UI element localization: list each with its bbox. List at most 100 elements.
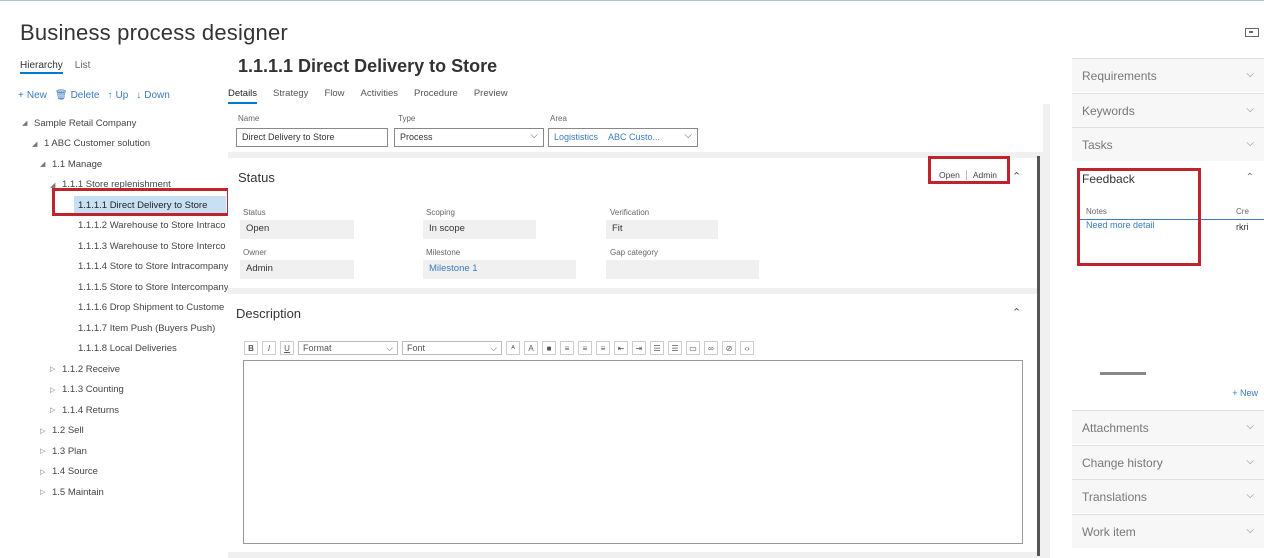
underline-button[interactable]: U (280, 341, 294, 355)
tab-details[interactable]: Details (228, 88, 258, 104)
area-label: Area (550, 114, 567, 123)
format-select[interactable]: Format ⌵ (298, 341, 398, 355)
collapse-description-icon[interactable]: ⌃ (1012, 306, 1021, 319)
image-icon[interactable]: ▭ (686, 341, 700, 355)
tab-preview[interactable]: Preview (474, 88, 508, 104)
created-column-header: Cre (1236, 207, 1249, 216)
section-keywords[interactable]: Keywords ⌵ (1072, 93, 1264, 127)
record-title: 1.1.1.1 Direct Delivery to Store (238, 56, 498, 77)
align-left-icon[interactable]: ≡ (560, 341, 574, 355)
tab-list[interactable]: List (75, 60, 91, 74)
highlight-selected-node (52, 188, 230, 216)
section-change-history[interactable]: Change history ⌵ (1072, 445, 1264, 479)
tree-node[interactable]: ▷ 1.3 Plan (40, 442, 230, 460)
tab-activities[interactable]: Activities (361, 88, 398, 104)
align-right-icon[interactable]: ≡ (596, 341, 610, 355)
tree-node-label: 1.4 Source (52, 466, 98, 477)
verification-label: Verification (610, 208, 650, 217)
record-fields: Name Direct Delivery to Store Type Proce… (228, 104, 1043, 152)
chevron-down-icon: ⌵ (490, 342, 497, 353)
font-color-button[interactable]: ■ (542, 341, 556, 355)
delete-button[interactable]: 🗑 Delete (55, 90, 100, 101)
tree-node[interactable]: 1.1.1.5 Store to Store Intercompany (78, 278, 230, 296)
name-field[interactable]: Direct Delivery to Store (236, 128, 388, 147)
tree-node[interactable]: ◢ 1.1 Manage (40, 155, 230, 173)
tree-node[interactable]: ▷ 1.4 Source (40, 463, 230, 481)
tree-node[interactable]: 1.1.1.4 Store to Store Intracompany (78, 258, 230, 276)
font-size-button[interactable]: ᴬ (506, 341, 520, 355)
clear-format-icon[interactable]: ⊘ (722, 341, 736, 355)
trash-icon: 🗑 (54, 90, 68, 101)
description-editor[interactable] (243, 360, 1023, 544)
tree-node-label: 1.1.2 Receive (62, 363, 121, 375)
status-label: Status (243, 208, 266, 217)
type-select[interactable]: Process ⌵ (394, 128, 544, 147)
status-card-title: Status (238, 170, 275, 185)
align-center-icon[interactable]: ≡ (578, 341, 592, 355)
tree-node[interactable]: 1.1.1.6 Drop Shipment to Custome (78, 299, 230, 317)
section-translations[interactable]: Translations ⌵ (1072, 479, 1264, 513)
tree-node-label: 1.1 Manage (52, 158, 103, 170)
tab-flow[interactable]: Flow (324, 88, 344, 104)
expand-chevron-icon[interactable]: ◢ (22, 119, 34, 127)
expand-chevron-icon[interactable]: ▷ (40, 468, 52, 476)
tree-node[interactable]: ▷ 1.5 Maintain (40, 483, 230, 501)
font-select[interactable]: Font ⌵ (402, 341, 502, 355)
tree-node[interactable]: ▷ 1.2 Sell (40, 422, 230, 440)
new-feedback-button[interactable]: + New (1232, 388, 1258, 398)
numbered-list-icon[interactable]: ☰ (668, 341, 682, 355)
tree-node[interactable]: ▷ 1.1.2 Receive (50, 360, 230, 378)
horizontal-scrollbar[interactable] (1100, 372, 1146, 375)
expand-chevron-icon[interactable]: ▷ (40, 447, 52, 455)
section-requirements[interactable]: Requirements ⌵ (1072, 58, 1264, 92)
section-attachments[interactable]: Attachments ⌵ (1072, 410, 1264, 444)
outdent-icon[interactable]: ⇤ (614, 341, 628, 355)
collapse-feedback-icon[interactable]: ⌃ (1246, 172, 1254, 183)
expand-chevron-icon[interactable]: ▷ (40, 427, 52, 435)
tab-strategy[interactable]: Strategy (273, 88, 308, 104)
tree-node-label: 1.1.1.8 Local Deliveries (78, 343, 177, 354)
app-title: Business process designer (20, 20, 288, 45)
expand-chevron-icon[interactable]: ▷ (50, 406, 62, 414)
expand-chevron-icon[interactable]: ◢ (40, 160, 52, 168)
italic-button[interactable]: I (262, 341, 276, 355)
factbox-pane: Requirements ⌵ Keywords ⌵ Tasks ⌵ Feedback … (1072, 58, 1264, 558)
indent-icon[interactable]: ⇥ (632, 341, 646, 355)
section-tasks[interactable]: Tasks ⌵ (1072, 127, 1264, 161)
move-down-button[interactable]: ↓ Down (136, 90, 170, 101)
link-icon[interactable]: ∞ (704, 341, 718, 355)
tree-node[interactable]: ◢ 1 ABC Customer solution (32, 135, 230, 153)
section-work-item[interactable]: Work item ⌵ (1072, 514, 1264, 548)
tree-node[interactable]: 1.1.1.2 Warehouse to Store Intraco (78, 217, 230, 235)
plus-icon: + (18, 90, 24, 101)
collapse-status-icon[interactable]: ⌃ (1012, 170, 1021, 183)
bold-button[interactable]: B (244, 341, 258, 355)
tree-node[interactable]: 1.1.1.3 Warehouse to Store Interco (78, 237, 230, 255)
arrow-down-icon: ↓ (136, 90, 142, 101)
expand-chevron-icon[interactable]: ▷ (40, 488, 52, 496)
chevron-down-icon: ⌵ (386, 342, 393, 353)
tree-node[interactable]: 1.1.1.8 Local Deliveries (78, 340, 230, 358)
tab-procedure[interactable]: Procedure (414, 88, 458, 104)
move-up-button[interactable]: ↑ Up (107, 90, 128, 101)
source-code-icon[interactable]: ‹› (740, 341, 754, 355)
tab-hierarchy[interactable]: Hierarchy (20, 60, 63, 74)
pane-toggle-icon[interactable] (1245, 28, 1259, 37)
area-select[interactable]: Logististics ABC Custo... ⌵ (548, 128, 698, 147)
tree-node[interactable]: ◢ Sample Retail Company (22, 114, 230, 132)
milestone-link[interactable]: Milestone 1 (423, 260, 576, 279)
new-button[interactable]: + New (18, 90, 47, 101)
expand-chevron-icon[interactable]: ◢ (32, 140, 44, 148)
tree-node[interactable]: 1.1.1.7 Item Push (Buyers Push) (78, 319, 230, 337)
expand-chevron-icon[interactable]: ▷ (50, 386, 62, 394)
highlight-feedback (1077, 168, 1201, 266)
expand-chevron-icon[interactable]: ▷ (50, 365, 62, 373)
bullet-list-icon[interactable]: ☰ (650, 341, 664, 355)
top-border (0, 0, 1264, 1)
tree-node[interactable]: ▷ 1.1.3 Counting (50, 381, 230, 399)
description-card-title: Description (236, 306, 302, 321)
scrollbar[interactable] (1037, 156, 1040, 556)
tree-node[interactable]: ▷ 1.1.4 Returns (50, 401, 230, 419)
status-card: Status ⌃ Status Open Scoping In scope Ve… (228, 158, 1037, 288)
highlight-color-button[interactable]: A (524, 341, 538, 355)
